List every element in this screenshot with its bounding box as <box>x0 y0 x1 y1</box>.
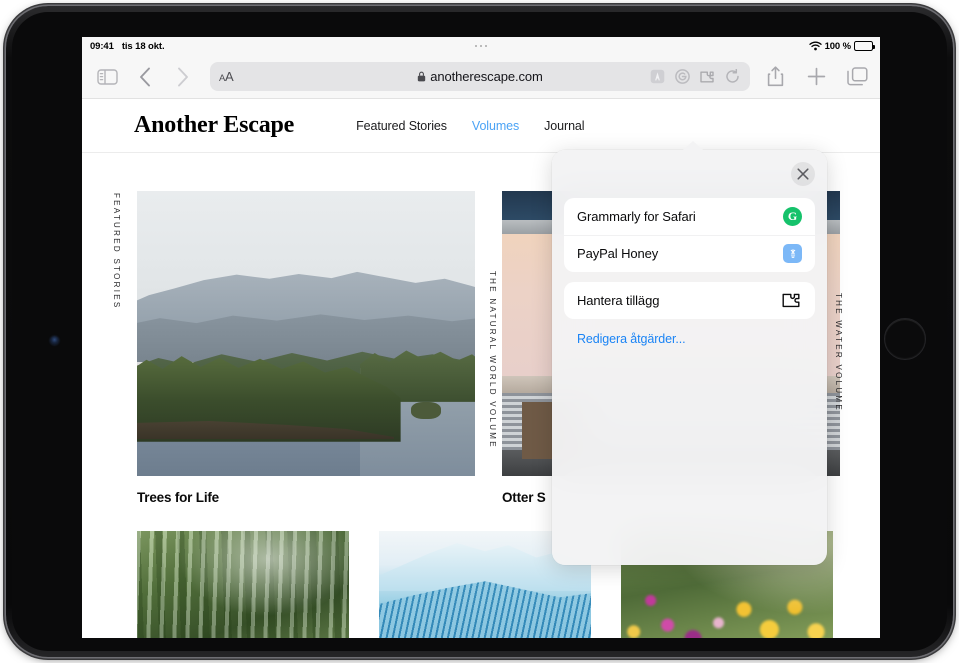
puzzle-piece-icon[interactable] <box>699 68 716 85</box>
popover-item-grammarly[interactable]: Grammarly for Safari G <box>564 198 815 235</box>
extensions-list: Grammarly for Safari G PayPal Honey <box>564 198 815 272</box>
popover-item-label: Grammarly for Safari <box>577 209 696 224</box>
sidebar-icon[interactable] <box>94 64 120 90</box>
safari-toolbar: AAAA anotherescape.com <box>82 55 880 99</box>
extensions-popover: Grammarly for Safari G PayPal Honey <box>552 150 827 565</box>
popover-item-label: Hantera tillägg <box>577 293 659 308</box>
popover-arrow <box>683 141 703 150</box>
battery-icon <box>854 41 873 51</box>
ipad-device-frame: 09:41 tis 18 okt. 100 % <box>6 6 953 657</box>
nav-item-featured-stories[interactable]: Featured Stories <box>356 119 447 133</box>
ipad-screen: 09:41 tis 18 okt. 100 % <box>82 37 880 638</box>
nav-item-journal[interactable]: Journal <box>544 119 584 133</box>
status-bar: 09:41 tis 18 okt. 100 % <box>82 37 880 55</box>
popover-item-manage-extensions[interactable]: Hantera tillägg <box>564 282 815 319</box>
battery-percent-label: 100 % <box>825 41 851 52</box>
popover-item-paypal-honey[interactable]: PayPal Honey <box>564 235 815 272</box>
nav-item-volumes[interactable]: Volumes <box>472 119 519 133</box>
thumbnail-birch-forest[interactable] <box>137 531 349 638</box>
share-icon[interactable] <box>764 65 786 89</box>
grammarly-icon: G <box>783 207 802 226</box>
text-size-button[interactable]: AAAA <box>219 69 233 84</box>
url-text: anotherescape.com <box>430 69 542 84</box>
site-logo[interactable]: Another Escape <box>134 112 294 139</box>
status-date: tis 18 okt. <box>122 41 165 52</box>
rail-label-featured-stories: FEATURED STORIES <box>112 193 121 310</box>
site-nav: Featured Stories Volumes Journal <box>356 119 584 133</box>
card-vertical-label-natural-world: THE NATURAL WORLD VOLUME <box>488 271 497 449</box>
status-time: 09:41 <box>90 41 114 52</box>
plus-icon[interactable] <box>805 65 827 89</box>
edit-actions-link[interactable]: Redigera åtgärder... <box>577 332 827 346</box>
loch-forest-landscape-photo[interactable] <box>137 191 475 476</box>
reader-icon[interactable] <box>649 68 666 85</box>
webpage-content: Another Escape Featured Stories Volumes … <box>82 99 880 638</box>
address-bar[interactable]: AAAA anotherescape.com <box>210 62 750 91</box>
close-icon[interactable] <box>791 162 815 186</box>
manage-extensions-group: Hantera tillägg <box>564 282 815 319</box>
reload-icon[interactable] <box>724 68 741 85</box>
popover-item-label: PayPal Honey <box>577 246 658 261</box>
chevron-right-icon[interactable] <box>172 64 194 90</box>
text-size-label: AA <box>219 69 220 70</box>
puzzle-piece-icon <box>782 292 802 309</box>
wifi-icon <box>809 41 822 51</box>
chevron-left-icon[interactable] <box>134 64 156 90</box>
site-header: Another Escape Featured Stories Volumes … <box>82 99 880 153</box>
front-camera <box>50 336 59 345</box>
card-title[interactable]: Trees for Life <box>137 490 475 505</box>
lock-icon <box>417 71 426 82</box>
card-vertical-label-water-volume: THE WATER VOLUME <box>834 293 843 412</box>
card-trees-for-life[interactable]: Trees for Life <box>137 191 475 505</box>
multitasking-dots-handle[interactable] <box>82 37 880 55</box>
tabs-overview-icon[interactable] <box>846 65 868 89</box>
grammarly-glyph: G <box>783 207 802 226</box>
paypal-honey-icon <box>783 244 802 263</box>
home-button[interactable] <box>884 318 926 360</box>
grammarly-extension-icon[interactable] <box>674 68 691 85</box>
